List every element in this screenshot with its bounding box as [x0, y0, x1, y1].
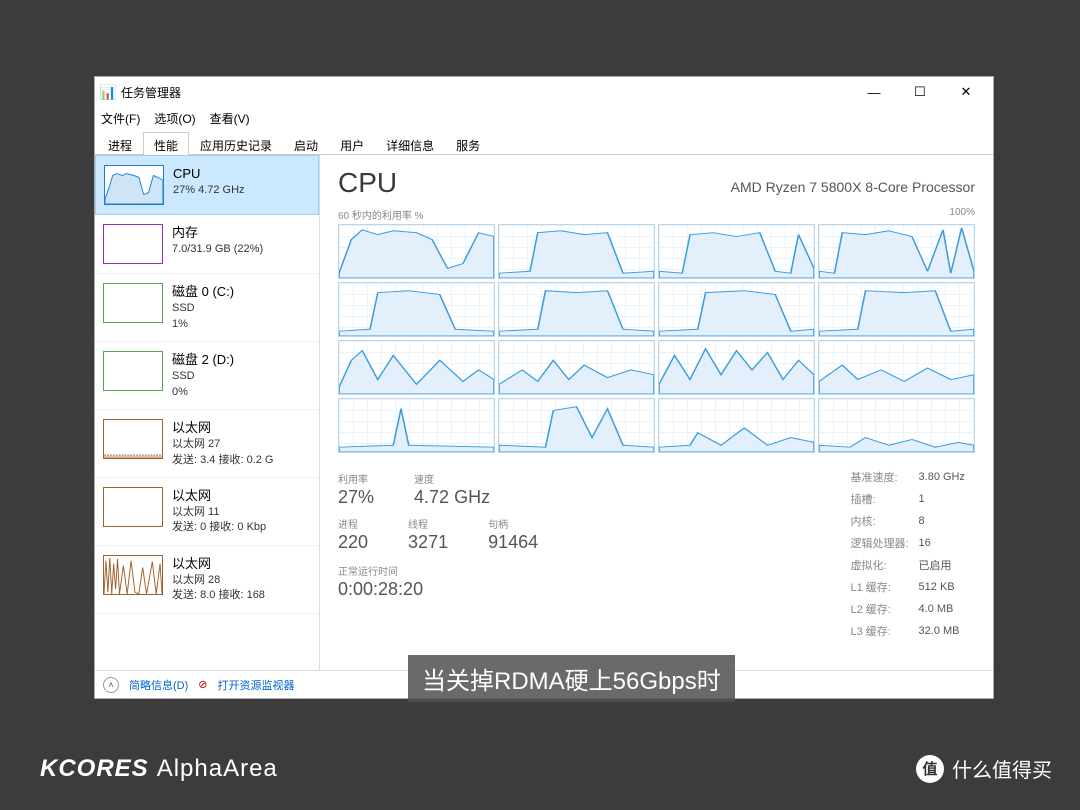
tab-services[interactable]: 服务: [445, 132, 491, 154]
sidebar-eth27[interactable]: 以太网以太网 27发送: 3.4 接收: 0.2 G: [95, 410, 319, 478]
cpu-core-grid: [338, 224, 975, 453]
cpu-speed: 4.72 GHz: [414, 487, 490, 508]
core-graph: [338, 398, 495, 453]
sidebar-eth11[interactable]: 以太网以太网 11发送: 0 接收: 0 Kbp: [95, 478, 319, 546]
disk-thumb-icon: [103, 283, 163, 323]
window-title: 任务管理器: [121, 84, 851, 101]
core-graph: [498, 340, 655, 395]
close-button[interactable]: ✕: [943, 77, 989, 107]
tab-performance[interactable]: 性能: [143, 132, 189, 155]
thread-count: 3271: [408, 532, 448, 553]
cpu-thumb-icon: [104, 165, 164, 205]
sidebar-eth28[interactable]: 以太网以太网 28发送: 8.0 接收: 168: [95, 546, 319, 614]
detail-pane: CPU AMD Ryzen 7 5800X 8-Core Processor 6…: [320, 155, 993, 670]
sidebar[interactable]: CPU27% 4.72 GHz 内存7.0/31.9 GB (22%) 磁盘 0…: [95, 155, 320, 670]
maximize-button[interactable]: ☐: [897, 77, 943, 107]
core-graph: [658, 398, 815, 453]
core-graph: [498, 398, 655, 453]
cpu-util: 27%: [338, 487, 374, 508]
ethernet-thumb-icon: [103, 487, 163, 527]
smzdm-icon: 值: [916, 755, 944, 783]
menu-options[interactable]: 选项(O): [154, 110, 195, 127]
disk-thumb-icon: [103, 351, 163, 391]
core-graph: [658, 340, 815, 395]
tab-details[interactable]: 详细信息: [375, 132, 445, 154]
app-icon: 📊: [99, 84, 115, 100]
sidebar-cpu[interactable]: CPU27% 4.72 GHz: [95, 155, 319, 215]
resmon-link[interactable]: 打开资源监视器: [218, 677, 295, 693]
ethernet-thumb-icon: [103, 419, 163, 459]
minimize-button[interactable]: —: [851, 77, 897, 107]
chevron-up-icon[interactable]: ˄: [103, 677, 119, 693]
core-graph: [338, 282, 495, 337]
sidebar-disk2[interactable]: 磁盘 2 (D:)SSD0%: [95, 342, 319, 410]
content: CPU27% 4.72 GHz 内存7.0/31.9 GB (22%) 磁盘 0…: [95, 155, 993, 670]
detail-heading: CPU: [338, 167, 397, 199]
tab-users[interactable]: 用户: [329, 132, 375, 154]
core-graph: [818, 282, 975, 337]
task-manager-window: 📊 任务管理器 — ☐ ✕ 文件(F) 选项(O) 查看(V) 进程 性能 应用…: [94, 76, 994, 699]
tab-apphistory[interactable]: 应用历史记录: [189, 132, 283, 154]
brand-watermark: KCORESAlphaArea: [40, 755, 278, 783]
sidebar-disk0[interactable]: 磁盘 0 (C:)SSD1%: [95, 274, 319, 342]
sidebar-memory[interactable]: 内存7.0/31.9 GB (22%): [95, 215, 319, 274]
core-graph: [498, 282, 655, 337]
core-graph: [338, 224, 495, 279]
cpu-model: AMD Ryzen 7 5800X 8-Core Processor: [731, 179, 975, 195]
core-graph: [338, 340, 495, 395]
tab-startup[interactable]: 启动: [283, 132, 329, 154]
core-graph: [498, 224, 655, 279]
smzdm-watermark: 值什么值得买: [916, 754, 1052, 783]
tabs: 进程 性能 应用历史记录 启动 用户 详细信息 服务: [95, 129, 993, 155]
tab-processes[interactable]: 进程: [97, 132, 143, 154]
core-graph: [818, 398, 975, 453]
brief-link[interactable]: 简略信息(D): [129, 677, 188, 693]
proc-count: 220: [338, 532, 368, 553]
menu-file[interactable]: 文件(F): [101, 110, 140, 127]
menubar: 文件(F) 选项(O) 查看(V): [95, 107, 993, 129]
core-graph: [818, 340, 975, 395]
menu-view[interactable]: 查看(V): [210, 110, 250, 127]
core-graph: [658, 282, 815, 337]
ethernet-thumb-icon: [103, 555, 163, 595]
video-caption: 当关掉RDMA硬上56Gbps时: [408, 655, 735, 702]
core-graph: [818, 224, 975, 279]
memory-thumb-icon: [103, 224, 163, 264]
titlebar[interactable]: 📊 任务管理器 — ☐ ✕: [95, 77, 993, 107]
cpu-details-table: 基准速度:3.80 GHz 插槽:1 内核:8 逻辑处理器:16 虚拟化:已启用…: [848, 465, 975, 643]
core-graph: [658, 224, 815, 279]
handle-count: 91464: [488, 532, 538, 553]
